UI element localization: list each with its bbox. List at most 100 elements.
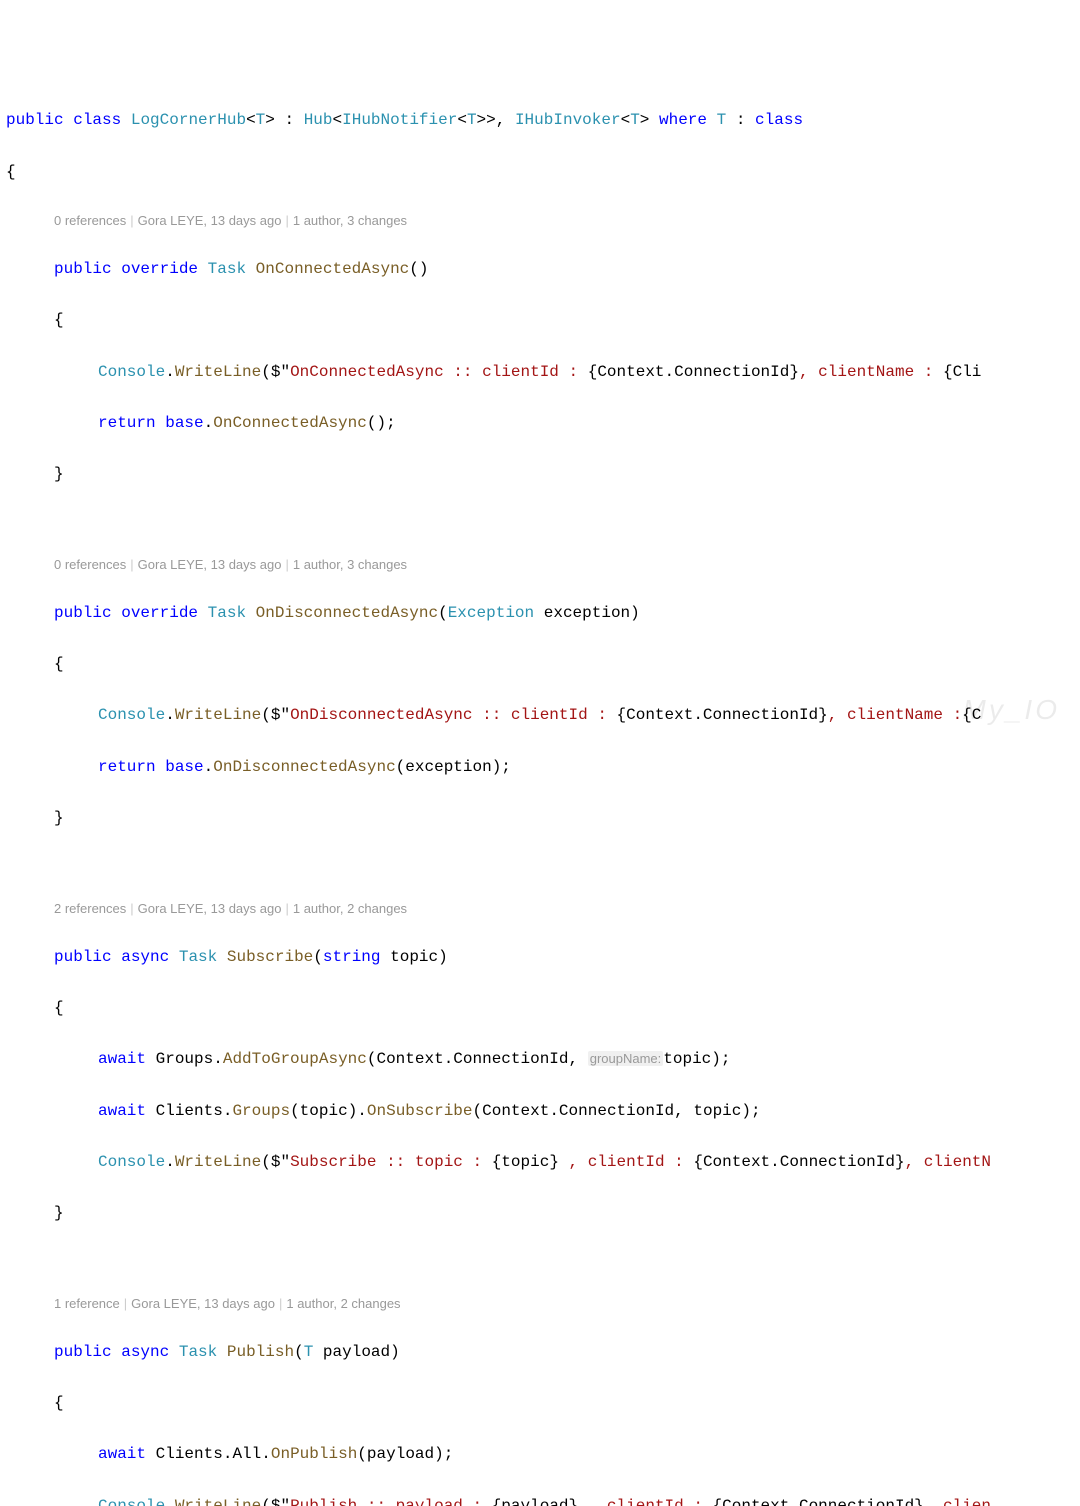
arg-topic: topic xyxy=(300,1102,348,1120)
clients: Clients xyxy=(156,1445,223,1463)
method-name: OnConnectedAsync xyxy=(213,414,367,432)
kw-override: override xyxy=(121,604,198,622)
interp: {Context.ConnectionId} xyxy=(588,363,799,381)
type-T: T xyxy=(304,1343,314,1361)
codelens-author[interactable]: Gora LEYE, 13 days ago xyxy=(138,213,282,228)
console: Console xyxy=(98,1497,165,1506)
kw-return: return xyxy=(98,758,156,776)
codelens-2[interactable]: 0 references|Gora LEYE, 13 days ago|1 au… xyxy=(54,555,1074,576)
ihubinvoker: IHubInvoker xyxy=(515,111,621,129)
codelens-author[interactable]: Gora LEYE, 13 days ago xyxy=(131,1296,275,1311)
arg-payload: payload xyxy=(367,1445,434,1463)
class-declaration: public class LogCornerHub<T> : Hub<IHubN… xyxy=(6,108,1074,134)
string-part: OnDisconnectedAsync :: clientId : xyxy=(290,706,616,724)
console-writeline-4: Console.WriteLine($"Publish :: payload :… xyxy=(6,1494,1074,1506)
param-hint-groupname: groupName: xyxy=(588,1051,664,1066)
interp-trunc: {Cli xyxy=(943,363,981,381)
open-brace: { xyxy=(6,996,1074,1022)
open-brace: { xyxy=(6,160,1074,186)
method-name: OnDisconnectedAsync xyxy=(213,758,395,776)
kw-public: public xyxy=(54,260,112,278)
param-exception: exception xyxy=(544,604,630,622)
codelens-refs[interactable]: 0 references xyxy=(54,213,126,228)
kw-class: class xyxy=(73,111,121,129)
writeline: WriteLine xyxy=(175,363,261,381)
groups-method: Groups xyxy=(232,1102,290,1120)
codelens-4[interactable]: 1 reference|Gora LEYE, 13 days ago|1 aut… xyxy=(54,1294,1074,1315)
method-ondisconnected: public override Task OnDisconnectedAsync… xyxy=(6,601,1074,627)
codelens-refs[interactable]: 1 reference xyxy=(54,1296,120,1311)
kw-class-constraint: class xyxy=(755,111,803,129)
clients: Clients xyxy=(156,1102,223,1120)
param-payload: payload xyxy=(323,1343,390,1361)
kw-return: return xyxy=(98,414,156,432)
type-param: T xyxy=(717,111,727,129)
codelens-1[interactable]: 0 references|Gora LEYE, 13 days ago|1 au… xyxy=(54,211,1074,232)
kw-public: public xyxy=(54,1343,112,1361)
console-writeline-1: Console.WriteLine($"OnConnectedAsync :: … xyxy=(6,360,1074,386)
console: Console xyxy=(98,1153,165,1171)
interp-trunc: {C xyxy=(962,706,981,724)
type-task: Task xyxy=(208,604,246,622)
type-exception: Exception xyxy=(448,604,534,622)
ihubnotifier: IHubNotifier xyxy=(342,111,457,129)
string-part: , clientId : xyxy=(578,1497,712,1506)
kw-async: async xyxy=(121,948,169,966)
codelens-changes[interactable]: 1 author, 3 changes xyxy=(293,213,407,228)
kw-public: public xyxy=(6,111,64,129)
type-task: Task xyxy=(179,1343,217,1361)
interp: {Context.ConnectionId} xyxy=(713,1497,924,1506)
kw-where: where xyxy=(659,111,707,129)
kw-base: base xyxy=(165,758,203,776)
string-part: OnConnectedAsync :: clientId : xyxy=(290,363,588,381)
kw-override: override xyxy=(121,260,198,278)
codelens-3[interactable]: 2 references|Gora LEYE, 13 days ago|1 au… xyxy=(54,899,1074,920)
kw-public: public xyxy=(54,948,112,966)
kw-async: async xyxy=(121,1343,169,1361)
close-brace: } xyxy=(6,462,1074,488)
string-part: , clientId : xyxy=(559,1153,693,1171)
onsubscribe: OnSubscribe xyxy=(367,1102,473,1120)
groups-prop: Groups xyxy=(156,1050,214,1068)
codelens-refs[interactable]: 2 references xyxy=(54,901,126,916)
method-onconnected: public override Task OnConnectedAsync() xyxy=(6,257,1074,283)
param-topic: topic xyxy=(390,948,438,966)
open-brace: { xyxy=(6,1391,1074,1417)
string-part: Publish :: payload : xyxy=(290,1497,492,1506)
base-hub: Hub xyxy=(304,111,333,129)
writeline: WriteLine xyxy=(175,1153,261,1171)
console-writeline-3: Console.WriteLine($"Subscribe :: topic :… xyxy=(6,1150,1074,1176)
type-task: Task xyxy=(179,948,217,966)
kw-await: await xyxy=(98,1050,146,1068)
method-subscribe: public async Task Subscribe(string topic… xyxy=(6,945,1074,971)
type-param: T xyxy=(256,111,266,129)
kw-await: await xyxy=(98,1445,146,1463)
string-part: , clientName : xyxy=(799,363,943,381)
codelens-author[interactable]: Gora LEYE, 13 days ago xyxy=(138,557,282,572)
codelens-changes[interactable]: 1 author, 2 changes xyxy=(286,1296,400,1311)
console: Console xyxy=(98,363,165,381)
string-part: , clientN xyxy=(905,1153,991,1171)
method-publish: public async Task Publish(T payload) xyxy=(6,1340,1074,1366)
codelens-changes[interactable]: 1 author, 3 changes xyxy=(293,557,407,572)
interp: {Context.ConnectionId} xyxy=(693,1153,904,1171)
codelens-author[interactable]: Gora LEYE, 13 days ago xyxy=(138,901,282,916)
await-addtogroup: await Groups.AddToGroupAsync(Context.Con… xyxy=(6,1047,1074,1073)
method-name: Publish xyxy=(227,1343,294,1361)
codelens-refs[interactable]: 0 references xyxy=(54,557,126,572)
method-name: OnDisconnectedAsync xyxy=(256,604,438,622)
addtogroupasync: AddToGroupAsync xyxy=(223,1050,367,1068)
string-part: , clientName : xyxy=(828,706,962,724)
kw-public: public xyxy=(54,604,112,622)
await-onsubscribe: await Clients.Groups(topic).OnSubscribe(… xyxy=(6,1099,1074,1125)
close-brace: } xyxy=(6,1201,1074,1227)
close-brace: } xyxy=(6,806,1074,832)
onpublish: OnPublish xyxy=(271,1445,357,1463)
method-name: Subscribe xyxy=(227,948,313,966)
kw-string: string xyxy=(323,948,381,966)
codelens-changes[interactable]: 1 author, 2 changes xyxy=(293,901,407,916)
interp: {Context.ConnectionId} xyxy=(617,706,828,724)
arg-topic: topic xyxy=(663,1050,711,1068)
class-name: LogCornerHub xyxy=(131,111,246,129)
interp: {topic} xyxy=(492,1153,559,1171)
